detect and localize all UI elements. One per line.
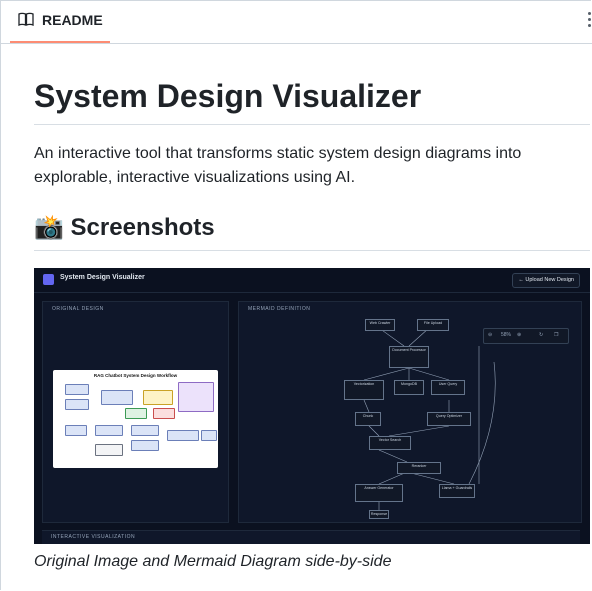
project-description: An interactive tool that transforms stat…: [34, 145, 522, 186]
mermaid-node: Chunk: [355, 412, 381, 426]
diagram-box: [125, 408, 147, 419]
diagram-box: [65, 384, 89, 395]
mermaid-node: MongoDB: [394, 380, 424, 395]
interactive-visualization-label: INTERACTIVE VISUALIZATION: [51, 534, 136, 540]
app-logo-icon: [43, 274, 54, 285]
mermaid-node: Vectorization: [344, 380, 384, 400]
mermaid-node: User Query: [431, 380, 465, 395]
diagram-box: [95, 444, 123, 456]
mermaid-node: Web Crawler: [365, 319, 395, 331]
title-divider: [34, 124, 590, 125]
diagram-box: [131, 425, 159, 436]
mermaid-definition-panel: MERMAID DEFINITION ⊖ 58% ⊕ ↻ ❐ Web Crawl…: [238, 301, 582, 523]
original-design-label: ORIGINAL DESIGN: [52, 306, 104, 312]
mermaid-node: File Upload: [417, 319, 449, 331]
readme-tab[interactable]: README: [10, 0, 110, 43]
diagram-legend: [178, 382, 214, 412]
mermaid-node: Query Optimizer: [427, 412, 471, 426]
screenshots-heading: 📸 Screenshots: [34, 214, 215, 241]
diagram-box: [167, 430, 199, 441]
app-screenshot: System Design Visualizer ← Upload New De…: [34, 268, 590, 544]
screenshot-caption: Original Image and Mermaid Diagram side-…: [34, 553, 392, 570]
diagram-box: [143, 390, 173, 405]
diagram-box: [153, 408, 175, 419]
mermaid-node: Response: [369, 510, 389, 519]
original-diagram-image: RAG Chatbot System Design Workflow: [53, 370, 218, 468]
more-options-icon[interactable]: [586, 12, 592, 30]
book-icon: [18, 12, 34, 26]
diagram-box: [131, 440, 159, 451]
diagram-box: [101, 390, 133, 405]
mermaid-node: Reranker: [397, 462, 441, 474]
page-title: System Design Visualizer: [34, 78, 422, 114]
app-title: System Design Visualizer: [60, 274, 145, 281]
diagram-box: [65, 425, 87, 436]
mermaid-node: Llama + Guardrails: [439, 484, 475, 498]
mermaid-edges: [363, 327, 496, 512]
mermaid-node: Vector Search: [369, 436, 411, 450]
diagram-box: [95, 425, 123, 436]
app-header: System Design Visualizer ← Upload New De…: [34, 268, 590, 293]
original-diagram-title: RAG Chatbot System Design Workflow: [93, 373, 178, 378]
diagram-box: [201, 430, 217, 441]
readme-tab-label: README: [42, 12, 103, 28]
diagram-box: [65, 399, 89, 410]
original-design-panel: ORIGINAL DESIGN RAG Chatbot System Desig…: [42, 301, 229, 523]
readme-tab-bar: README: [0, 0, 592, 44]
mermaid-node: Answer Generator: [355, 484, 403, 502]
mermaid-node: Document Processor: [389, 346, 429, 368]
section-divider: [34, 250, 590, 251]
upload-new-design-button: ← Upload New Design: [512, 273, 580, 288]
